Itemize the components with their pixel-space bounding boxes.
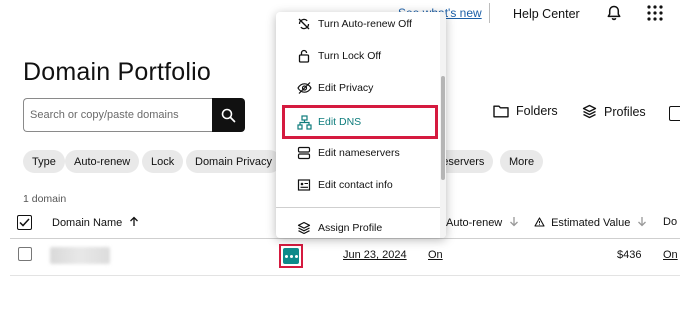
column-header-estimated-value-label: Estimated Value [551, 217, 631, 229]
menu-item-assign-profile[interactable]: Assign Profile [276, 213, 442, 238]
menu-item-label: Edit contact info [318, 179, 393, 191]
check-icon [19, 218, 30, 227]
sort-up-arrow-icon [130, 216, 139, 226]
estimated-value: $436 [617, 249, 642, 261]
filter-chip-lock[interactable]: Lock [142, 150, 184, 173]
help-center-link[interactable]: Help Center [513, 7, 580, 21]
filter-chip-type[interactable]: Type [23, 150, 65, 173]
select-all-checkbox[interactable] [17, 215, 32, 230]
server-icon [296, 145, 312, 161]
header-divider [10, 238, 680, 239]
top-divider [489, 3, 490, 23]
profile-stack-icon [296, 220, 312, 236]
search-button[interactable] [212, 98, 245, 132]
columns-icon[interactable] [669, 106, 680, 121]
auto-renew-off-icon [296, 16, 312, 32]
column-header-dns[interactable]: Do [663, 216, 677, 228]
menu-item-auto-renew-off[interactable]: Turn Auto-renew Off [276, 12, 442, 39]
warning-icon [534, 217, 545, 227]
menu-item-edit-nameservers[interactable]: Edit nameservers [276, 138, 442, 168]
menu-item-edit-privacy[interactable]: Edit Privacy [276, 73, 442, 103]
grid-icon[interactable] [647, 5, 663, 21]
folders-button[interactable]: Folders [493, 104, 558, 118]
ellipsis-icon [283, 248, 299, 264]
column-header-auto-renew[interactable]: Auto-renew [446, 216, 519, 229]
menu-item-label: Edit nameservers [318, 147, 400, 159]
row-actions-button[interactable] [279, 244, 303, 268]
column-header-domain-name[interactable]: Domain Name [52, 216, 139, 229]
sort-down-arrow-icon [638, 217, 647, 227]
dns-icon [296, 114, 312, 130]
filter-chip-domain-privacy[interactable]: Domain Privacy [186, 150, 282, 173]
profiles-button[interactable]: Profiles [582, 104, 646, 119]
folder-icon [493, 105, 509, 118]
profiles-label: Profiles [604, 104, 646, 119]
unlock-icon [296, 48, 312, 64]
contact-card-icon [296, 177, 312, 193]
filter-chip-auto-renew[interactable]: Auto-renew [65, 150, 140, 173]
redacted-domain-name[interactable] [50, 247, 110, 264]
search-icon [221, 108, 236, 122]
menu-scrollbar-thumb[interactable] [441, 76, 445, 180]
eye-off-icon [296, 80, 312, 96]
domain-count: 1 domain [23, 193, 67, 205]
menu-item-edit-contact-info[interactable]: Edit contact info [276, 170, 442, 200]
row-actions-menu: Turn Auto-renew Off Turn Lock Off Edit P… [276, 12, 446, 238]
row-checkbox[interactable] [18, 247, 32, 261]
column-header-domain-name-label: Domain Name [52, 217, 123, 229]
dns-link[interactable]: On [663, 249, 678, 261]
search-bar [23, 98, 245, 132]
menu-item-label: Turn Auto-renew Off [318, 18, 412, 30]
layers-icon [582, 104, 597, 119]
folders-label: Folders [516, 104, 558, 118]
menu-item-label: Turn Lock Off [318, 50, 382, 62]
page-title: Domain Portfolio [23, 58, 212, 86]
sort-down-arrow-icon [510, 217, 519, 227]
expiration-date-link[interactable]: Jun 23, 2024 [343, 249, 407, 261]
menu-item-edit-dns[interactable]: Edit DNS [282, 105, 438, 139]
column-header-auto-renew-label: Auto-renew [446, 217, 503, 229]
menu-item-lock-off[interactable]: Turn Lock Off [276, 41, 442, 71]
filter-chip-more[interactable]: More [500, 150, 544, 173]
menu-divider [276, 207, 442, 208]
menu-item-label: Assign Profile [318, 222, 383, 234]
bell-icon[interactable] [605, 4, 623, 22]
menu-item-label: Edit Privacy [318, 82, 374, 94]
search-input[interactable] [23, 98, 213, 132]
column-header-estimated-value[interactable]: Estimated Value [534, 216, 647, 229]
auto-renew-link[interactable]: On [428, 249, 443, 261]
row-divider [10, 275, 680, 276]
menu-item-label: Edit DNS [318, 116, 362, 128]
